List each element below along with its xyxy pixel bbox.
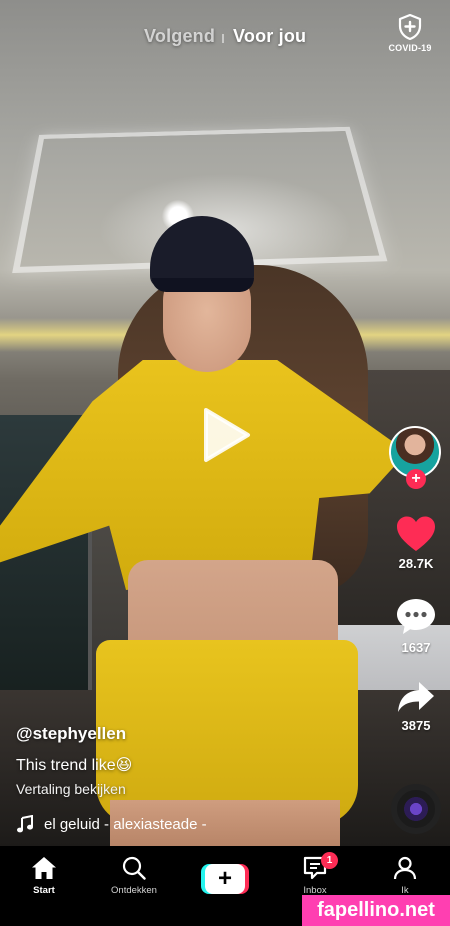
comment-button[interactable]: 1637 bbox=[388, 598, 444, 655]
nav-me[interactable]: Ik bbox=[370, 856, 440, 896]
creator-avatar-button[interactable]: + bbox=[389, 426, 443, 488]
nav-discover[interactable]: Ontdekken bbox=[99, 856, 169, 896]
share-icon bbox=[396, 680, 436, 714]
comment-count: 1637 bbox=[388, 640, 444, 655]
tab-following[interactable]: Volgend bbox=[144, 26, 215, 47]
inbox-badge: 1 bbox=[321, 852, 338, 869]
music-disc-button[interactable] bbox=[391, 784, 441, 834]
nav-discover-label: Ontdekken bbox=[99, 885, 169, 896]
video-description: This trend like😆 bbox=[16, 755, 376, 775]
translate-link[interactable]: Vertaling bekijken bbox=[16, 781, 376, 797]
watermark: fapellino.net bbox=[302, 895, 450, 926]
share-count: 3875 bbox=[388, 718, 444, 733]
nav-home-label: Start bbox=[9, 885, 79, 896]
tab-separator bbox=[222, 34, 224, 43]
video-caption: @stephyellen This trend like😆 Vertaling … bbox=[16, 724, 376, 797]
home-icon bbox=[31, 856, 57, 880]
like-count: 28.7K bbox=[388, 556, 444, 571]
music-note-icon bbox=[16, 815, 34, 833]
like-button[interactable]: 28.7K bbox=[388, 516, 444, 571]
shield-icon bbox=[398, 14, 422, 40]
create-plus-icon: + bbox=[205, 864, 245, 894]
covid-info-button[interactable]: COVID-19 bbox=[384, 14, 436, 64]
video-person-cap-brim bbox=[152, 278, 254, 292]
follow-plus-icon[interactable]: + bbox=[406, 469, 426, 489]
play-icon[interactable] bbox=[200, 406, 252, 464]
tab-for-you[interactable]: Voor jou bbox=[233, 26, 306, 47]
nav-inbox[interactable]: 1 Inbox bbox=[280, 856, 350, 896]
heart-icon bbox=[396, 516, 436, 552]
top-bar: Volgend Voor jou COVID-19 bbox=[0, 0, 450, 70]
nav-home[interactable]: Start bbox=[9, 856, 79, 896]
sound-title: el geluid - alexiasteade - bbox=[44, 816, 207, 833]
sound-link[interactable]: el geluid - alexiasteade - bbox=[16, 815, 216, 835]
search-icon bbox=[122, 856, 146, 880]
covid-label: COVID-19 bbox=[384, 43, 436, 53]
share-button[interactable]: 3875 bbox=[388, 680, 444, 733]
creator-username[interactable]: @stephyellen bbox=[16, 724, 376, 746]
create-button[interactable]: + bbox=[201, 864, 249, 894]
comment-icon bbox=[396, 598, 436, 636]
profile-icon bbox=[393, 856, 417, 880]
